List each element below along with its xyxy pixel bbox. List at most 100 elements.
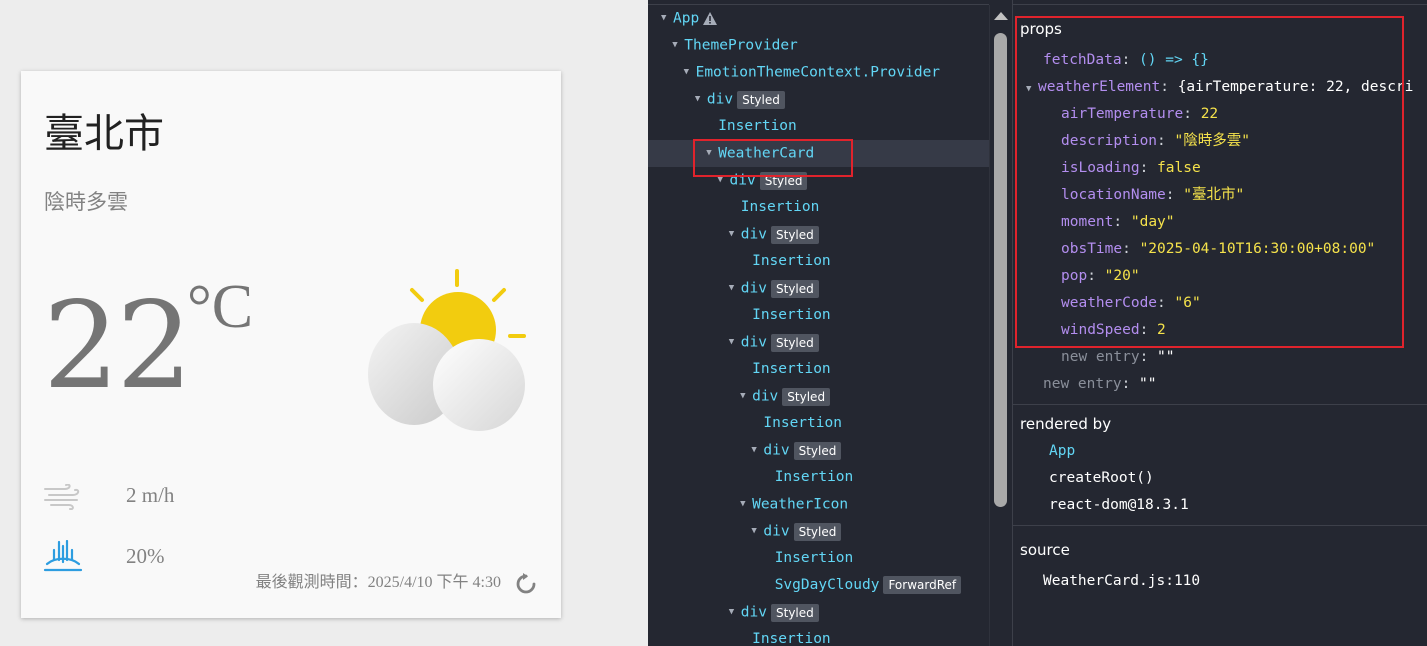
tree-node[interactable]: ▼ div Styled bbox=[729, 329, 819, 356]
scroll-up-arrow-icon[interactable] bbox=[994, 12, 1008, 20]
highlight-box-props bbox=[1015, 16, 1404, 348]
tree-node[interactable]: ▼ div Styled bbox=[740, 383, 831, 410]
tree-node[interactable]: ▼ App bbox=[661, 5, 718, 32]
weather-description: 陰時多雲 bbox=[44, 190, 128, 214]
tree-node-label: div bbox=[706, 91, 734, 108]
expand-arrow-icon[interactable]: ▼ bbox=[729, 329, 741, 356]
tree-node-label: div bbox=[752, 388, 779, 405]
tree-node[interactable]: SvgDayCloudy ForwardRef bbox=[763, 572, 962, 599]
tree-node[interactable]: ▼ div Styled bbox=[729, 221, 819, 248]
tree-node[interactable]: Insertion bbox=[729, 194, 820, 221]
hoc-badge: Styled bbox=[737, 90, 785, 109]
tree-node[interactable]: Insertion bbox=[740, 302, 831, 329]
app-viewport: 臺北市 陰時多雲 22 °C 2 m/h 20% 最後觀測時間：2025/4/1… bbox=[0, 0, 648, 646]
new-entry-value: "" bbox=[1157, 349, 1175, 365]
hoc-badge: Styled bbox=[793, 522, 842, 541]
weather-card: 臺北市 陰時多雲 22 °C 2 m/h 20% 最後觀測時間：2025/4/1… bbox=[21, 71, 561, 618]
tree-node-label: div bbox=[763, 442, 790, 459]
location-name: 臺北市 bbox=[44, 111, 164, 157]
hoc-badge: Styled bbox=[771, 333, 819, 352]
expand-arrow-icon[interactable]: ▼ bbox=[729, 221, 741, 248]
source-title: source bbox=[1020, 541, 1070, 559]
tree-node-label: div bbox=[740, 226, 767, 243]
new-entry-outer[interactable]: new entry: "" bbox=[1043, 371, 1157, 398]
expand-arrow-icon[interactable]: ▼ bbox=[729, 599, 741, 626]
source-location[interactable]: WeatherCard.js:110 bbox=[1043, 568, 1200, 595]
hoc-badge: Styled bbox=[782, 387, 831, 406]
tree-node-label: WeatherIcon bbox=[752, 496, 849, 513]
tree-node-label: div bbox=[740, 334, 767, 351]
rendered-by-item: react-dom@18.3.1 bbox=[1049, 497, 1189, 513]
tree-node-label: Insertion bbox=[752, 361, 831, 377]
wind-icon bbox=[44, 484, 80, 510]
tree-node-label: SvgDayCloudy bbox=[774, 577, 880, 593]
tree-node[interactable]: ▼ WeatherIcon bbox=[740, 491, 848, 518]
rain-probability-value: 20% bbox=[126, 544, 165, 568]
tree-node-label: div bbox=[763, 523, 790, 540]
rendered-by-title: rendered by bbox=[1020, 415, 1112, 433]
expand-arrow-icon[interactable]: ▼ bbox=[751, 437, 763, 464]
tree-node[interactable]: Insertion bbox=[751, 410, 842, 437]
tree-node[interactable]: ▼ div Styled bbox=[729, 599, 819, 626]
tree-node-label: Insertion bbox=[752, 253, 831, 269]
day-cloudy-icon bbox=[368, 269, 526, 431]
tree-node[interactable]: Insertion bbox=[763, 464, 854, 491]
rendered-by-createroot: createRoot() bbox=[1049, 465, 1154, 492]
tree-node-label: Insertion bbox=[718, 118, 797, 134]
expand-arrow-icon[interactable]: ▼ bbox=[729, 275, 741, 302]
tree-node[interactable]: Insertion bbox=[763, 545, 854, 572]
warning-icon[interactable] bbox=[703, 12, 718, 25]
props-panel: props fetchData: () => {} ▼ weatherElemen… bbox=[1012, 0, 1427, 646]
expand-arrow-icon[interactable]: ▼ bbox=[684, 59, 696, 86]
rain-probability-icon bbox=[43, 540, 83, 572]
rendered-by-app[interactable]: App bbox=[1049, 438, 1075, 465]
tree-node[interactable]: ▼ div Styled bbox=[751, 437, 842, 464]
new-entry-value: "" bbox=[1139, 376, 1157, 392]
tree-node[interactable]: ▼ ThemeProvider bbox=[672, 32, 798, 59]
tree-node-label: div bbox=[740, 604, 767, 621]
rendered-by-item: App bbox=[1049, 443, 1076, 459]
tree-node[interactable]: Insertion bbox=[740, 626, 831, 646]
temperature-unit: °C bbox=[187, 273, 254, 341]
expand-arrow-icon[interactable]: ▼ bbox=[661, 5, 673, 32]
tree-node-label: Insertion bbox=[752, 307, 831, 323]
wind-speed-value: 2 m/h bbox=[126, 483, 175, 507]
hoc-badge: Styled bbox=[793, 441, 842, 460]
expand-arrow-icon[interactable]: ▼ bbox=[672, 32, 684, 59]
tree-node-label: ThemeProvider bbox=[684, 37, 798, 54]
panel-header-strip bbox=[1013, 0, 1427, 5]
refresh-icon[interactable] bbox=[514, 572, 538, 596]
new-entry-inner[interactable]: new entry: "" bbox=[1061, 344, 1175, 371]
highlight-box-weathercard bbox=[693, 139, 853, 177]
temperature-value: 22 bbox=[43, 277, 193, 416]
hoc-badge: ForwardRef bbox=[883, 576, 962, 594]
hoc-badge: Styled bbox=[771, 279, 819, 298]
tree-node-label: div bbox=[740, 280, 767, 297]
tree-node[interactable]: ▼ div Styled bbox=[751, 518, 842, 545]
tree-node[interactable]: ▼ div Styled bbox=[729, 275, 819, 302]
tree-scrollbar-thumb[interactable] bbox=[994, 33, 1007, 507]
tree-node-label: Insertion bbox=[752, 631, 831, 646]
component-tree-panel: ▼ App ▼ ThemeProvider ▼ EmotionThemeContext.P… bbox=[648, 0, 1012, 646]
tree-node-label: EmotionThemeContext.Provider bbox=[695, 64, 941, 81]
tree-node[interactable]: Insertion bbox=[740, 356, 831, 383]
tree-node[interactable]: Insertion bbox=[740, 248, 831, 275]
tree-node[interactable]: ▼ EmotionThemeContext.Provider bbox=[684, 59, 940, 86]
tree-node-label: Insertion bbox=[774, 469, 854, 485]
new-entry-key: new entry bbox=[1061, 349, 1140, 365]
tree-node[interactable]: ▼ div Styled bbox=[695, 86, 785, 113]
expand-arrow-icon[interactable]: ▼ bbox=[740, 491, 752, 518]
tree-node-label: Insertion bbox=[774, 550, 854, 566]
tree-node-label: Insertion bbox=[763, 415, 842, 431]
last-observation-time: 最後觀測時間：2025/4/10 下午 4:30 bbox=[255, 574, 501, 591]
tree-node-label: Insertion bbox=[740, 199, 820, 215]
expand-arrow-icon[interactable]: ▼ bbox=[695, 86, 707, 113]
expand-arrow-icon[interactable]: ▼ bbox=[740, 383, 752, 410]
source-value: WeatherCard.js:110 bbox=[1043, 573, 1201, 589]
rendered-by-item: createRoot() bbox=[1049, 470, 1154, 486]
new-entry-key: new entry bbox=[1043, 376, 1122, 392]
hoc-badge: Styled bbox=[771, 603, 819, 622]
expand-arrow-icon[interactable]: ▼ bbox=[751, 518, 763, 545]
tree-node-label: App bbox=[673, 10, 700, 27]
tree-node[interactable]: Insertion bbox=[706, 113, 797, 140]
